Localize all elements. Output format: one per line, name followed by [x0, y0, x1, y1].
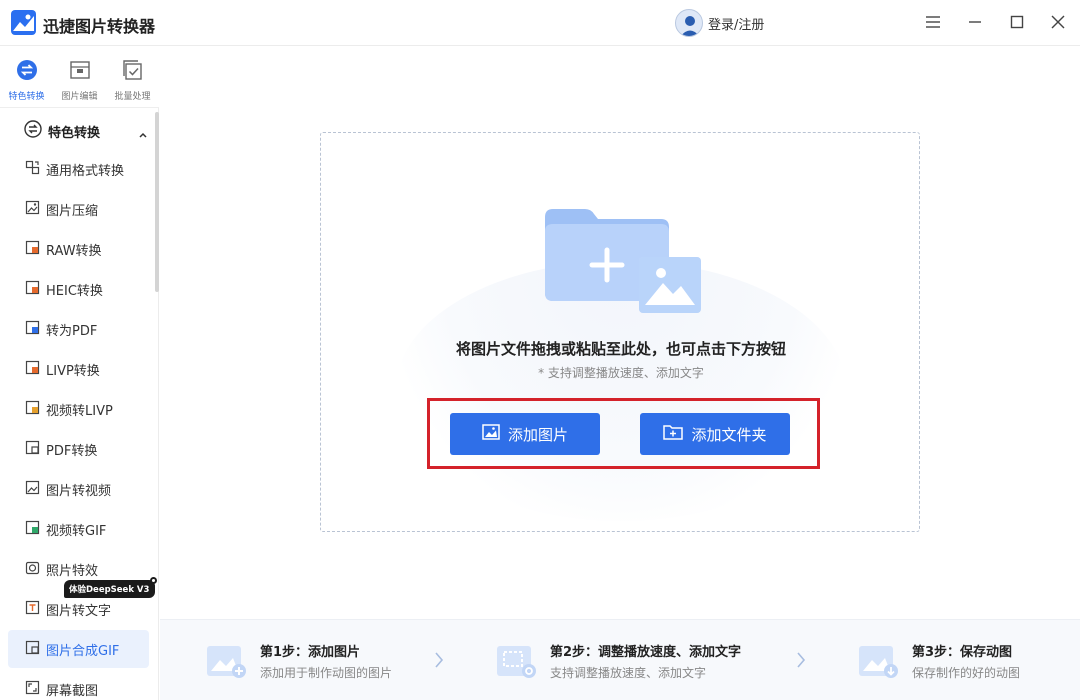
add-folder-illustration-icon — [543, 207, 703, 321]
tab-special-convert[interactable]: 特色转换 — [0, 47, 53, 107]
sidebar-item-label: 图片转文字 — [46, 603, 112, 619]
image-to-video-icon — [25, 480, 40, 499]
sidebar-item-label: 通用格式转换 — [46, 163, 125, 179]
step1-add-image-icon — [206, 642, 248, 678]
sidebar-group-header[interactable]: 特色转换 — [24, 120, 152, 142]
sidebar-item-video-to-gif[interactable]: 视频转GIF — [8, 510, 149, 548]
minimize-icon[interactable] — [963, 10, 987, 34]
video-to-livp-icon — [25, 400, 40, 419]
steps-bar: 第1步：添加图片 添加用于制作动图的图片 第2步：调整播放速度、添加文字 支持调… — [160, 619, 1080, 700]
close-icon[interactable] — [1046, 10, 1070, 34]
sidebar-item-image-to-video[interactable]: 图片转视频 — [8, 470, 149, 508]
chevron-up-icon — [138, 125, 148, 144]
sidebar-item-label: RAW转换 — [46, 243, 102, 259]
title-bar: 迅捷图片转换器 登录/注册 — [0, 0, 1080, 46]
photo-effect-icon — [25, 560, 40, 579]
add-image-label: 添加图片 — [507, 426, 568, 444]
tab-label: 图片编辑 — [61, 92, 98, 102]
sidebar-item-heic-convert[interactable]: HEIC转换 — [8, 270, 149, 308]
image-icon — [482, 424, 500, 444]
sidebar-item-label: PDF转换 — [46, 443, 98, 459]
image-to-gif-icon — [25, 640, 40, 659]
step2-desc: 支持调整播放速度、添加文字 — [550, 666, 707, 680]
sidebar: 特色转换 通用格式转换 图片压缩 RAW转换 HEIC转换 转为PDF LIVP… — [0, 108, 159, 700]
image-edit-icon — [69, 59, 91, 85]
sidebar-scrollbar[interactable] — [155, 112, 159, 292]
sidebar-item-label: 照片特效 — [46, 563, 99, 579]
sidebar-item-image-compress[interactable]: 图片压缩 — [8, 190, 149, 228]
sidebar-item-label: 视频转GIF — [46, 523, 107, 539]
step3-title: 第3步：保存动图 — [912, 645, 1013, 660]
sidebar-item-raw-convert[interactable]: RAW转换 — [8, 230, 149, 268]
sidebar-item-to-pdf[interactable]: 转为PDF — [8, 310, 149, 348]
step3-desc: 保存制作的好的动图 — [912, 666, 1021, 680]
heic-convert-icon — [25, 280, 40, 299]
mode-tabs: 特色转换 图片编辑 批量处理 — [0, 47, 159, 107]
tab-label: 特色转换 — [8, 92, 45, 102]
maximize-icon[interactable] — [1005, 10, 1029, 34]
image-to-text-icon — [25, 600, 40, 619]
sidebar-item-label: 转为PDF — [46, 323, 98, 339]
sidebar-item-label: LIVP转换 — [46, 363, 100, 379]
drop-hint: 将图片文件拖拽或粘贴至此处，也可点击下方按钮 — [455, 340, 786, 358]
menu-icon[interactable] — [921, 10, 945, 34]
sidebar-item-screenshot[interactable]: 屏幕截图 — [8, 670, 149, 700]
screenshot-icon — [25, 680, 40, 699]
sidebar-item-label: HEIC转换 — [46, 283, 103, 299]
sidebar-item-video-to-livp[interactable]: 视频转LIVP — [8, 390, 149, 428]
swap-icon — [16, 59, 38, 85]
step2-title: 第2步：调整播放速度、添加文字 — [550, 645, 742, 660]
sidebar-item-label: 图片合成GIF — [46, 643, 120, 659]
raw-convert-icon — [25, 240, 40, 259]
livp-convert-icon — [25, 360, 40, 379]
chevron-right-icon — [434, 651, 444, 673]
chevron-right-icon — [796, 651, 806, 673]
drop-sub-hint: * 支持调整播放速度、添加文字 — [538, 366, 704, 380]
login-button[interactable]: 登录/注册 — [675, 9, 764, 37]
step1-desc: 添加用于制作动图的图片 — [260, 666, 393, 680]
step3-save-icon — [858, 642, 900, 678]
sidebar-item-label: 图片压缩 — [46, 203, 99, 219]
to-pdf-icon — [25, 320, 40, 339]
folder-plus-icon — [663, 424, 684, 444]
sidebar-item-label: 屏幕截图 — [46, 683, 99, 699]
step2-settings-icon — [496, 642, 538, 678]
step1-title: 第1步：添加图片 — [260, 645, 361, 660]
app-title: 迅捷图片转换器 — [43, 17, 156, 36]
login-label: 登录/注册 — [708, 17, 765, 33]
add-folder-label: 添加文件夹 — [691, 426, 767, 444]
app-logo-icon — [11, 10, 36, 35]
sidebar-item-pdf-convert[interactable]: PDF转换 — [8, 430, 149, 468]
drop-zone[interactable]: 将图片文件拖拽或粘贴至此处，也可点击下方按钮 * 支持调整播放速度、添加文字 — [320, 132, 920, 532]
image-compress-icon — [25, 200, 40, 219]
deepseek-badge-label: 体验DeepSeek V3 — [69, 585, 150, 595]
swap-outline-icon — [24, 120, 42, 142]
batch-process-icon — [122, 59, 144, 85]
sidebar-item-label: 视频转LIVP — [46, 403, 113, 419]
tab-label: 批量处理 — [114, 92, 151, 102]
pdf-convert-icon — [25, 440, 40, 459]
tab-batch-process[interactable]: 批量处理 — [106, 47, 159, 107]
avatar-icon — [675, 9, 703, 37]
deepseek-badge[interactable]: 体验DeepSeek V3 — [64, 577, 158, 598]
video-to-gif-icon — [25, 520, 40, 539]
format-convert-icon — [25, 160, 40, 179]
add-image-button[interactable]: 添加图片 — [450, 413, 600, 455]
sidebar-item-livp-convert[interactable]: LIVP转换 — [8, 350, 149, 388]
tab-image-edit[interactable]: 图片编辑 — [53, 47, 106, 107]
sidebar-group-title: 特色转换 — [48, 125, 101, 141]
sidebar-item-label: 图片转视频 — [46, 483, 112, 499]
sidebar-item-image-to-gif[interactable]: 图片合成GIF — [8, 630, 149, 668]
add-folder-button[interactable]: 添加文件夹 — [640, 413, 790, 455]
sidebar-item-format-convert[interactable]: 通用格式转换 — [8, 150, 149, 188]
